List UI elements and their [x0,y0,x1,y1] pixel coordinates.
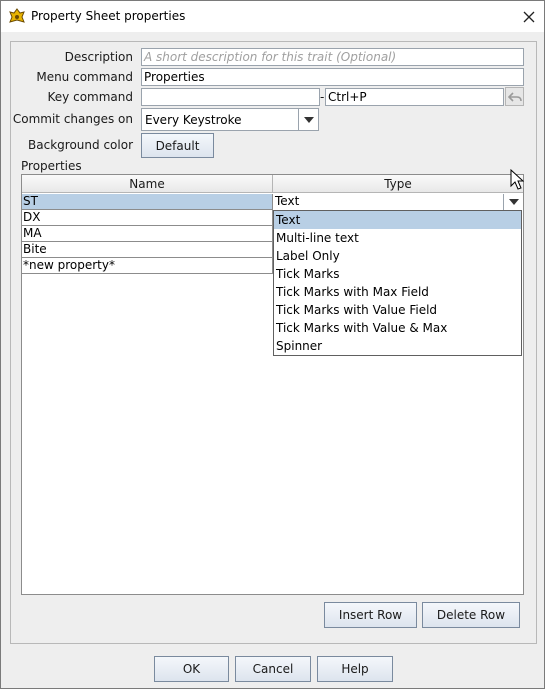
close-button[interactable] [515,5,543,29]
commit-value: Every Keystroke [145,113,242,127]
type-option[interactable]: Label Only [274,247,521,265]
column-header-type[interactable]: Type [273,175,523,193]
properties-label: Properties [21,159,82,173]
key-command-label: Key command [47,90,133,104]
menu-command-input[interactable]: Properties [141,68,524,86]
chevron-down-icon [298,109,318,130]
mouse-cursor-icon [510,169,524,190]
column-header-name[interactable]: Name [22,175,273,193]
type-cell-editor[interactable]: Text [273,194,523,210]
commit-label: Commit changes on [12,112,133,126]
type-cell-value: Text [275,194,300,208]
table-row[interactable]: ST [22,194,273,210]
title-bar: Property Sheet properties [1,1,544,32]
description-label: Description [64,50,133,64]
key-command-input[interactable] [141,88,320,106]
window-title: Property Sheet properties [31,9,186,23]
table-row[interactable]: *new property* [22,258,273,274]
type-option[interactable]: Spinner [274,337,521,355]
help-button[interactable]: Help [317,656,393,682]
type-option[interactable]: Tick Marks with Max Field [274,283,521,301]
menu-command-label: Menu command [36,70,133,84]
chevron-down-icon[interactable] [503,194,523,210]
type-dropdown-list[interactable]: Text Multi-line text Label Only Tick Mar… [273,210,522,356]
key-command-display[interactable]: Ctrl+P [325,88,504,106]
commit-select[interactable]: Every Keystroke [141,108,319,131]
cancel-button[interactable]: Cancel [235,656,311,682]
description-input[interactable]: A short description for this trait (Opti… [141,48,524,66]
type-option[interactable]: Tick Marks with Value Field [274,301,521,319]
background-color-label: Background color [28,138,133,152]
app-icon [9,8,25,23]
table-row[interactable]: MA [22,226,273,242]
type-option[interactable]: Tick Marks [274,265,521,283]
table-row[interactable]: DX [22,210,273,226]
close-icon [523,11,535,23]
undo-arrow-icon [507,91,522,102]
table-row[interactable]: Bite [22,242,273,258]
ok-button[interactable]: OK [154,656,229,682]
insert-row-button[interactable]: Insert Row [324,602,417,628]
type-option[interactable]: Text [274,211,521,229]
type-option[interactable]: Tick Marks with Value & Max [274,319,521,337]
type-option[interactable]: Multi-line text [274,229,521,247]
undo-button[interactable] [505,87,524,106]
default-color-button[interactable]: Default [141,133,214,158]
delete-row-button[interactable]: Delete Row [422,602,520,628]
dialog-window: Property Sheet properties Description A … [0,0,545,689]
